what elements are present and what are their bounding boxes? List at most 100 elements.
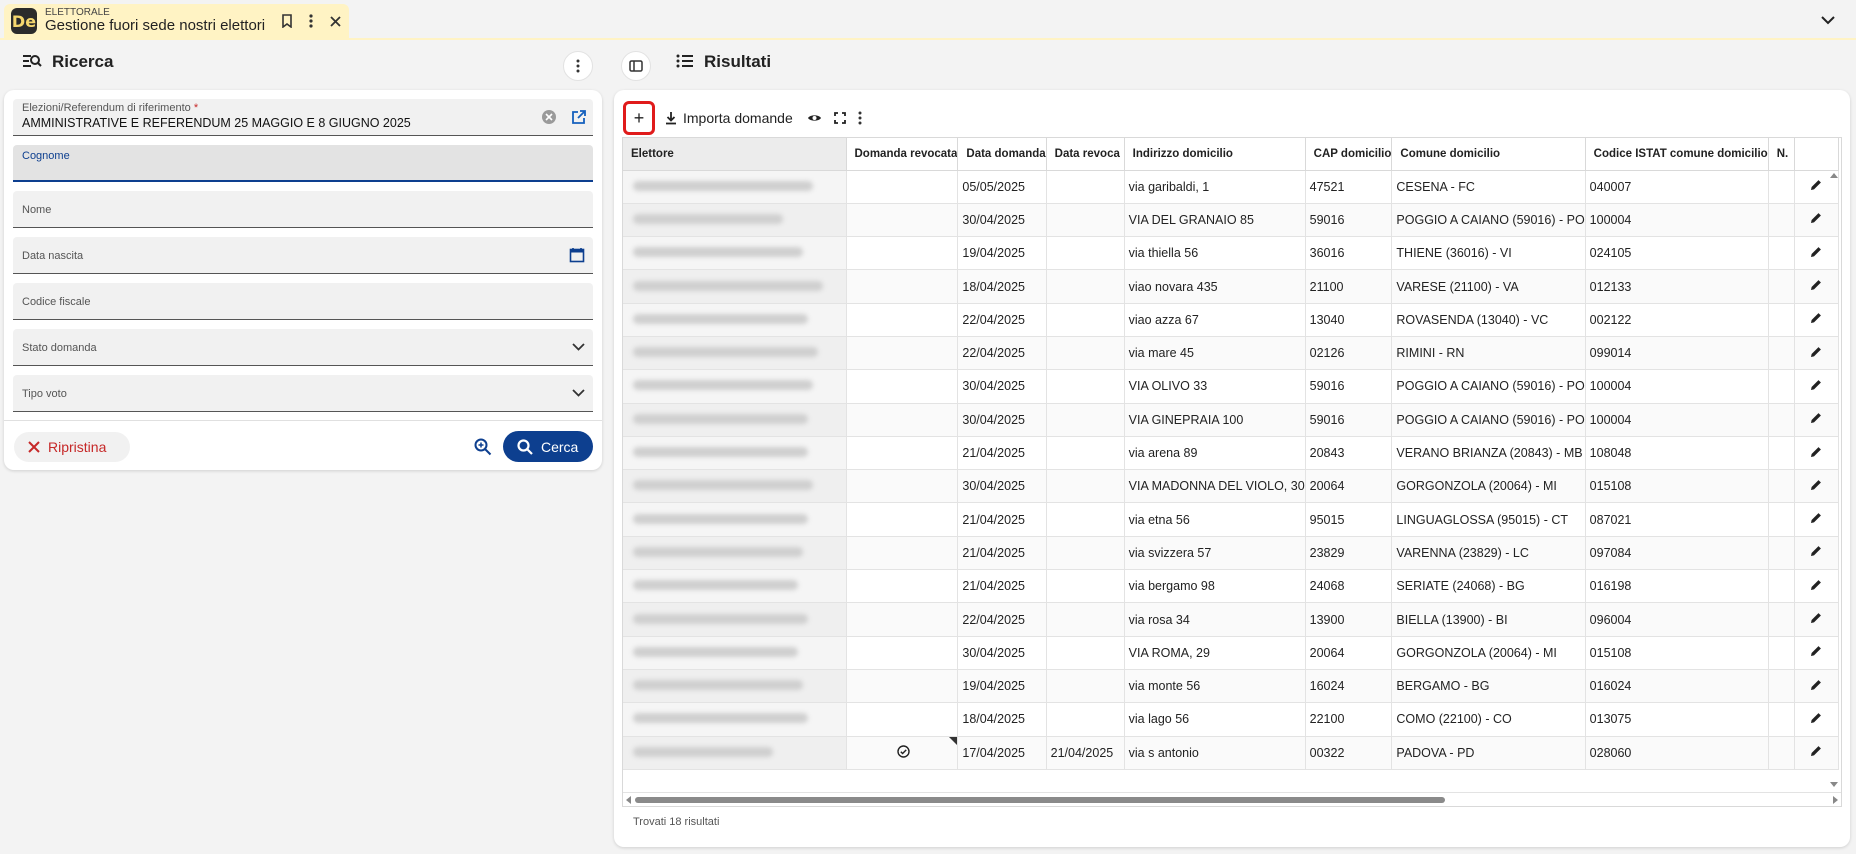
table-row[interactable]: 21/04/2025 via arena 89 20843 VERANO BRIANZ…: [623, 436, 1839, 471]
elector-cell[interactable]: [623, 602, 847, 637]
app-tab[interactable]: De ELETTORALE Gestione fuori sede nostri…: [4, 4, 349, 38]
vertical-scrollbar[interactable]: [1827, 170, 1841, 790]
advanced-search-button[interactable]: [468, 432, 498, 462]
chevron-down-icon[interactable]: [1818, 10, 1838, 30]
table-row[interactable]: 21/04/2025 via bergamo 98 24068 SERIATE (24…: [623, 569, 1839, 604]
address-cell: VIA MADONNA DEL VIOLO, 30: [1124, 469, 1306, 504]
cap-cell: 21100: [1305, 269, 1393, 304]
elector-cell[interactable]: [623, 502, 847, 537]
col-header-number[interactable]: N.: [1768, 138, 1795, 171]
close-icon[interactable]: [323, 9, 347, 33]
col-header-cap[interactable]: CAP domicilio: [1305, 138, 1393, 171]
edit-icon[interactable]: [1810, 179, 1822, 191]
chevron-down-icon[interactable]: [572, 389, 585, 397]
edit-icon[interactable]: [1810, 446, 1822, 458]
table-row[interactable]: 18/04/2025 viao novara 435 21100 VARESE (21…: [623, 269, 1839, 304]
table-row[interactable]: 30/04/2025 VIA DEL GRANAIO 85 59016 POGGIO …: [623, 203, 1839, 238]
edit-icon[interactable]: [1810, 579, 1822, 591]
elector-cell[interactable]: [623, 269, 847, 304]
col-header-city[interactable]: Comune domicilio: [1391, 138, 1586, 171]
view-button[interactable]: [801, 103, 828, 133]
elector-cell[interactable]: [623, 203, 847, 238]
horizontal-scrollbar[interactable]: [623, 792, 1841, 806]
birth-date-field[interactable]: Data nascita: [13, 237, 593, 274]
edit-icon[interactable]: [1810, 346, 1822, 358]
elector-cell[interactable]: [623, 469, 847, 504]
calendar-icon[interactable]: [569, 247, 585, 263]
elector-cell[interactable]: [623, 236, 847, 271]
col-header-elector[interactable]: Elettore: [623, 138, 847, 171]
edit-icon[interactable]: [1810, 545, 1822, 557]
col-header-date[interactable]: Data domanda: [957, 138, 1047, 171]
horizontal-scroll-thumb[interactable]: [635, 797, 1445, 803]
tax-code-field[interactable]: Codice fiscale: [13, 283, 593, 320]
search-panel-menu-button[interactable]: [563, 51, 593, 81]
revoke-date-cell: [1046, 602, 1125, 637]
elector-cell[interactable]: [623, 702, 847, 737]
search-button[interactable]: Cerca: [503, 431, 593, 462]
edit-icon[interactable]: [1810, 745, 1822, 757]
name-field[interactable]: Nome: [13, 191, 593, 228]
elector-cell[interactable]: [623, 669, 847, 704]
edit-icon[interactable]: [1810, 312, 1822, 324]
col-header-istat[interactable]: Codice ISTAT comune domicilio: [1585, 138, 1769, 171]
import-button[interactable]: Importa domande: [659, 103, 799, 133]
table-row[interactable]: 17/04/2025 21/04/2025 via s antonio 00322 PA…: [623, 736, 1839, 770]
elector-cell[interactable]: [623, 536, 847, 571]
edit-icon[interactable]: [1810, 645, 1822, 657]
vote-type-select[interactable]: Tipo voto: [13, 375, 593, 412]
open-external-icon[interactable]: [571, 109, 587, 125]
status-select[interactable]: Stato domanda: [13, 329, 593, 366]
more-vert-icon[interactable]: [299, 9, 323, 33]
table-row[interactable]: 05/05/2025 via garibaldi, 1 47521 CESENA - …: [623, 170, 1839, 204]
table-row[interactable]: 30/04/2025 VIA ROMA, 29 20064 GORGONZOLA (2…: [623, 636, 1839, 670]
toggle-sidebar-button[interactable]: [621, 51, 651, 81]
surname-field[interactable]: Cognome: [13, 145, 593, 182]
edit-icon[interactable]: [1810, 612, 1822, 624]
col-header-revoke-date[interactable]: Data revoca: [1046, 138, 1125, 171]
reset-button[interactable]: Ripristina: [14, 432, 130, 462]
election-value: AMMINISTRATIVE E REFERENDUM 25 MAGGIO E …: [22, 116, 411, 130]
add-button[interactable]: +: [623, 101, 655, 135]
table-row[interactable]: 30/04/2025 VIA MADONNA DEL VIOLO, 30 20064…: [623, 469, 1839, 504]
table-row[interactable]: 22/04/2025 via mare 45 02126 RIMINI - RN 099…: [623, 336, 1839, 371]
elector-cell[interactable]: [623, 403, 847, 437]
table-row[interactable]: 30/04/2025 VIA OLIVO 33 59016 POGGIO A CAIA…: [623, 369, 1839, 404]
table-row[interactable]: 21/04/2025 via etna 56 95015 LINGUAGLOSSA (…: [623, 502, 1839, 537]
elector-cell[interactable]: [623, 369, 847, 404]
fullscreen-button[interactable]: [828, 103, 852, 133]
table-row[interactable]: 22/04/2025 viao azza 67 13040 ROVASENDA (13…: [623, 303, 1839, 337]
elector-cell[interactable]: [623, 569, 847, 604]
city-cell: VERANO BRIANZA (20843) - MB: [1391, 436, 1586, 471]
elector-cell[interactable]: [623, 636, 847, 670]
elector-cell[interactable]: [623, 736, 847, 770]
table-row[interactable]: 30/04/2025 VIA GINEPRAIA 100 59016 POGGIO A…: [623, 403, 1839, 437]
edit-icon[interactable]: [1810, 379, 1822, 391]
revoked-cell: [846, 369, 959, 404]
edit-icon[interactable]: [1810, 212, 1822, 224]
table-row[interactable]: 18/04/2025 via lago 56 22100 COMO (22100) -…: [623, 702, 1839, 737]
bookmark-icon[interactable]: [275, 9, 299, 33]
table-row[interactable]: 21/04/2025 via svizzera 57 23829 VARENNA (2…: [623, 536, 1839, 571]
col-header-address[interactable]: Indirizzo domicilio: [1124, 138, 1306, 171]
edit-icon[interactable]: [1810, 279, 1822, 291]
elector-cell[interactable]: [623, 303, 847, 337]
edit-icon[interactable]: [1810, 679, 1822, 691]
table-row[interactable]: 22/04/2025 via rosa 34 13900 BIELLA (13900)…: [623, 602, 1839, 637]
edit-icon[interactable]: [1810, 479, 1822, 491]
chevron-down-icon[interactable]: [572, 343, 585, 351]
toolbar-menu-button[interactable]: [852, 103, 868, 133]
elector-cell[interactable]: [623, 436, 847, 471]
election-field[interactable]: Elezioni/Referendum di riferimento * AMM…: [13, 99, 593, 136]
edit-icon[interactable]: [1810, 512, 1822, 524]
edit-icon[interactable]: [1810, 412, 1822, 424]
edit-icon[interactable]: [1810, 246, 1822, 258]
number-cell: [1768, 569, 1795, 604]
table-row[interactable]: 19/04/2025 via monte 56 16024 BERGAMO - BG 0…: [623, 669, 1839, 704]
elector-cell[interactable]: [623, 336, 847, 371]
table-row[interactable]: 19/04/2025 via thiella 56 36016 THIENE (360…: [623, 236, 1839, 271]
col-header-revoked[interactable]: Domanda revocata: [846, 138, 959, 171]
edit-icon[interactable]: [1810, 712, 1822, 724]
elector-cell[interactable]: [623, 170, 847, 204]
clear-icon[interactable]: [541, 109, 557, 125]
